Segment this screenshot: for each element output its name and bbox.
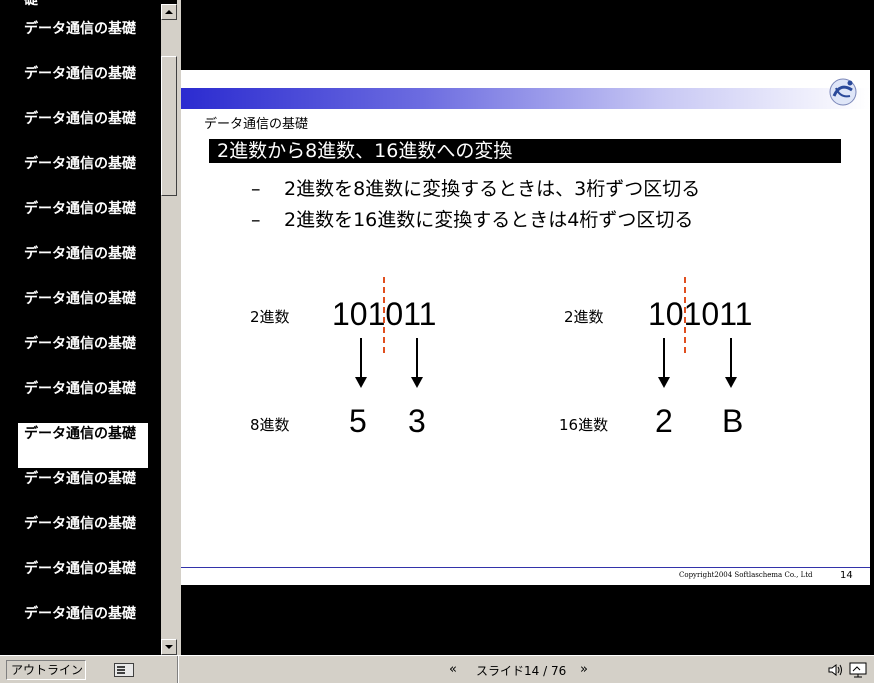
slide-top-gradient-bar (181, 88, 870, 109)
outline-scrollbar[interactable] (161, 4, 177, 655)
right-binary-value: 101011 (648, 296, 753, 332)
outline-item[interactable]: データ通信の基礎 (18, 423, 148, 468)
outline-item[interactable]: データ通信の基礎 (18, 288, 148, 333)
scroll-thumb[interactable] (161, 56, 177, 196)
bullet-dash: – (251, 178, 261, 200)
right-binary-label: 2進数 (564, 308, 604, 326)
left-result-label: 8進数 (250, 416, 290, 434)
arrow-down-icon (165, 645, 173, 649)
bullet-text: 2進数を8進数に変換するときは、3桁ずつ区切る (284, 178, 701, 200)
status-bar: アウトライン « スライド14 / 76 » (0, 655, 874, 683)
outline-item[interactable]: データ通信の基礎 (18, 243, 148, 288)
bullet-text: 2進数を16進数に変換するときは4桁ずつ区切る (284, 209, 694, 231)
right-result-2: B (722, 403, 744, 439)
left-arrow-1-icon (355, 338, 367, 388)
outline-item[interactable]: データ通信の基礎 (18, 468, 148, 513)
right-split-line (684, 277, 686, 353)
outline-item[interactable]: データ通信の基礎 (18, 513, 148, 558)
scroll-up-button[interactable] (161, 4, 177, 20)
sound-icon[interactable] (827, 662, 843, 678)
slide: データ通信の基礎 2進数から8進数、16進数への変換 – 2進数を8進数に変換する… (181, 70, 870, 585)
next-slide-button[interactable]: » (580, 662, 588, 677)
statusbar-divider (177, 656, 179, 683)
right-result-label: 16進数 (559, 416, 609, 434)
right-arrow-1-icon (658, 338, 670, 388)
outline-button[interactable]: アウトライン (6, 660, 86, 680)
slide-page-number: 14 (840, 570, 853, 581)
left-arrow-2-icon (411, 338, 423, 388)
outline-item[interactable]: データ通信の基礎 (18, 198, 148, 243)
left-result-2: 3 (408, 403, 426, 439)
bullet-item: – 2進数を8進数に変換するときは、3桁ずつ区切る (251, 174, 700, 201)
outline-pane: 礎データ通信の基礎 データ通信の基礎 データ通信の基礎 データ通信の基礎 データ通信の基… (0, 0, 177, 655)
outline-item[interactable]: データ通信の基礎 (18, 18, 148, 63)
outline-item[interactable]: データ通信の基礎 (18, 63, 148, 108)
left-split-line (383, 277, 385, 353)
outline-item[interactable]: データ通信の基礎 (18, 153, 148, 198)
outline-item[interactable]: データ通信の基礎 (18, 108, 148, 153)
footer-line (181, 567, 870, 568)
slide-title: 2進数から8進数、16進数への変換 (209, 139, 841, 163)
left-binary-label: 2進数 (250, 308, 290, 326)
slide-header-title: データ通信の基礎 (204, 117, 309, 132)
outline-item[interactable]: データ通信の基礎 (18, 378, 148, 423)
scroll-down-button[interactable] (161, 639, 177, 655)
left-result-1: 5 (349, 403, 367, 439)
arrow-up-icon (165, 10, 173, 14)
right-arrow-2-icon (725, 338, 737, 388)
outline-item[interactable]: データ通信の基礎 (18, 558, 148, 603)
slide-view-icon[interactable] (114, 663, 134, 677)
outline-item[interactable]: データ通信の基礎 (18, 333, 148, 378)
outline-list: 礎データ通信の基礎 データ通信の基礎 データ通信の基礎 データ通信の基礎 データ通信の基… (0, 0, 161, 648)
outline-item[interactable]: データ通信の基礎 (18, 603, 148, 648)
bullet-dash: – (251, 209, 261, 231)
copyright-text: Copyright2004 Softlaschema Co., Ltd (679, 571, 813, 579)
previous-slide-button[interactable]: « (449, 662, 457, 677)
slide-area: データ通信の基礎 2進数から8進数、16進数への変換 – 2進数を8進数に変換する… (181, 0, 874, 655)
slide-counter: スライド14 / 76 (476, 664, 567, 678)
bullet-item: – 2進数を16進数に変換するときは4桁ずつ区切る (251, 205, 693, 232)
company-logo-icon (829, 78, 857, 106)
screen-icon[interactable] (849, 661, 867, 679)
outline-item[interactable]: 礎 (18, 0, 148, 18)
right-result-1: 2 (655, 403, 673, 439)
